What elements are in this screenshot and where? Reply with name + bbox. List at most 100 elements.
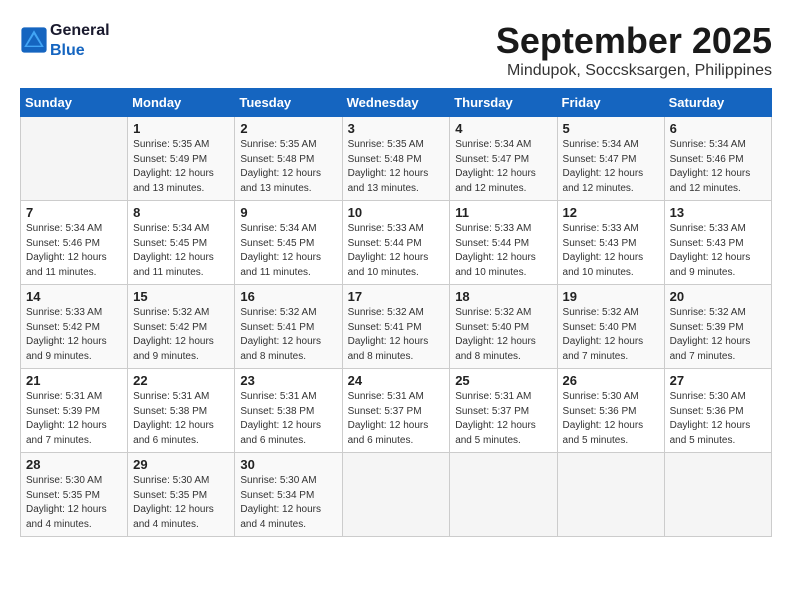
day-info: Sunrise: 5:32 AMSunset: 5:40 PMDaylight:… (455, 306, 551, 364)
calendar-cell: 14 Sunrise: 5:33 AMSunset: 5:42 PMDayligh… (21, 285, 128, 369)
calendar-cell (342, 453, 450, 537)
calendar-cell: 25Sunrise: 5:31 AMSunset: 5:37 PMDayligh… (450, 369, 557, 453)
calendar-cell: 11 Sunrise: 5:33 AMSunset: 5:44 PMDayligh… (450, 201, 557, 285)
day-number: 11 (455, 205, 551, 220)
day-header-thursday: Thursday (450, 89, 557, 117)
calendar-cell: 19 Sunrise: 5:32 AMSunset: 5:40 PMDayligh… (557, 285, 664, 369)
calendar-cell: 6 Sunrise: 5:34 AMSunset: 5:46 PMDaylight… (664, 117, 771, 201)
calendar-week-3: 14 Sunrise: 5:33 AMSunset: 5:42 PMDayligh… (21, 285, 772, 369)
day-header-saturday: Saturday (664, 89, 771, 117)
location-title: Mindupok, Soccsksargen, Philippines (496, 62, 772, 80)
calendar-body: 1Sunrise: 5:35 AMSunset: 5:49 PMDaylight… (21, 117, 772, 537)
calendar-cell: 23Sunrise: 5:31 AMSunset: 5:38 PMDayligh… (235, 369, 342, 453)
calendar-week-2: 7 Sunrise: 5:34 AMSunset: 5:46 PMDaylight… (21, 201, 772, 285)
day-number: 7 (26, 205, 122, 220)
calendar-header-row: SundayMondayTuesdayWednesdayThursdayFrid… (21, 89, 772, 117)
day-info: Sunrise: 5:35 AMSunset: 5:49 PMDaylight:… (133, 138, 229, 196)
calendar-cell: 5 Sunrise: 5:34 AMSunset: 5:47 PMDaylight… (557, 117, 664, 201)
calendar-cell: 20 Sunrise: 5:32 AMSunset: 5:39 PMDayligh… (664, 285, 771, 369)
day-info: Sunrise: 5:30 AMSunset: 5:34 PMDaylight:… (240, 474, 336, 532)
day-number: 9 (240, 205, 336, 220)
calendar-cell: 24 Sunrise: 5:31 AMSunset: 5:37 PMDayligh… (342, 369, 450, 453)
day-number: 5 (563, 121, 659, 136)
day-number: 16 (240, 289, 336, 304)
day-number: 3 (348, 121, 445, 136)
day-info: Sunrise: 5:32 AMSunset: 5:40 PMDaylight:… (563, 306, 659, 364)
day-info: Sunrise: 5:30 AMSunset: 5:36 PMDaylight:… (670, 390, 766, 448)
calendar-cell: 9 Sunrise: 5:34 AMSunset: 5:45 PMDaylight… (235, 201, 342, 285)
day-info: Sunrise: 5:32 AMSunset: 5:41 PMDaylight:… (240, 306, 336, 364)
calendar-cell: 4Sunrise: 5:34 AMSunset: 5:47 PMDaylight… (450, 117, 557, 201)
day-number: 29 (133, 457, 229, 472)
day-number: 17 (348, 289, 445, 304)
day-number: 2 (240, 121, 336, 136)
day-info: Sunrise: 5:32 AMSunset: 5:39 PMDaylight:… (670, 306, 766, 364)
logo-general-text: General (50, 22, 110, 39)
calendar-cell: 3 Sunrise: 5:35 AMSunset: 5:48 PMDaylight… (342, 117, 450, 201)
calendar-cell: 2Sunrise: 5:35 AMSunset: 5:48 PMDaylight… (235, 117, 342, 201)
day-info: Sunrise: 5:33 AMSunset: 5:43 PMDaylight:… (563, 222, 659, 280)
day-number: 20 (670, 289, 766, 304)
calendar-table: SundayMondayTuesdayWednesdayThursdayFrid… (20, 88, 772, 537)
day-number: 21 (26, 373, 122, 388)
logo-blue-text: Blue (50, 42, 85, 59)
day-info: Sunrise: 5:34 AMSunset: 5:46 PMDaylight:… (670, 138, 766, 196)
calendar-cell: 21 Sunrise: 5:31 AMSunset: 5:39 PMDayligh… (21, 369, 128, 453)
day-number: 18 (455, 289, 551, 304)
day-info: Sunrise: 5:31 AMSunset: 5:39 PMDaylight:… (26, 390, 122, 448)
day-number: 12 (563, 205, 659, 220)
day-info: Sunrise: 5:31 AMSunset: 5:37 PMDaylight:… (348, 390, 445, 448)
day-info: Sunrise: 5:32 AMSunset: 5:41 PMDaylight:… (348, 306, 445, 364)
calendar-cell: 18 Sunrise: 5:32 AMSunset: 5:40 PMDayligh… (450, 285, 557, 369)
day-info: Sunrise: 5:33 AMSunset: 5:44 PMDaylight:… (455, 222, 551, 280)
day-info: Sunrise: 5:34 AMSunset: 5:46 PMDaylight:… (26, 222, 122, 280)
calendar-cell: 8Sunrise: 5:34 AMSunset: 5:45 PMDaylight… (128, 201, 235, 285)
day-number: 26 (563, 373, 659, 388)
day-info: Sunrise: 5:34 AMSunset: 5:45 PMDaylight:… (240, 222, 336, 280)
day-info: Sunrise: 5:33 AMSunset: 5:44 PMDaylight:… (348, 222, 445, 280)
calendar-cell: 13Sunrise: 5:33 AMSunset: 5:43 PMDayligh… (664, 201, 771, 285)
calendar-cell (450, 453, 557, 537)
calendar-cell: 27 Sunrise: 5:30 AMSunset: 5:36 PMDayligh… (664, 369, 771, 453)
calendar-week-4: 21 Sunrise: 5:31 AMSunset: 5:39 PMDayligh… (21, 369, 772, 453)
calendar-cell (557, 453, 664, 537)
day-number: 19 (563, 289, 659, 304)
day-header-sunday: Sunday (21, 89, 128, 117)
calendar-cell: 12 Sunrise: 5:33 AMSunset: 5:43 PMDayligh… (557, 201, 664, 285)
day-info: Sunrise: 5:31 AMSunset: 5:38 PMDaylight:… (133, 390, 229, 448)
month-title: September 2025 (496, 20, 772, 62)
day-info: Sunrise: 5:30 AMSunset: 5:35 PMDaylight:… (133, 474, 229, 532)
calendar-cell: 30 Sunrise: 5:30 AMSunset: 5:34 PMDayligh… (235, 453, 342, 537)
day-header-monday: Monday (128, 89, 235, 117)
calendar-cell: 1Sunrise: 5:35 AMSunset: 5:49 PMDaylight… (128, 117, 235, 201)
day-number: 4 (455, 121, 551, 136)
calendar-cell: 28Sunrise: 5:30 AMSunset: 5:35 PMDayligh… (21, 453, 128, 537)
calendar-week-5: 28Sunrise: 5:30 AMSunset: 5:35 PMDayligh… (21, 453, 772, 537)
day-number: 30 (240, 457, 336, 472)
day-number: 15 (133, 289, 229, 304)
calendar-cell: 29 Sunrise: 5:30 AMSunset: 5:35 PMDayligh… (128, 453, 235, 537)
calendar-cell: 15 Sunrise: 5:32 AMSunset: 5:42 PMDayligh… (128, 285, 235, 369)
day-header-wednesday: Wednesday (342, 89, 450, 117)
day-number: 24 (348, 373, 445, 388)
day-number: 25 (455, 373, 551, 388)
day-info: Sunrise: 5:33 AMSunset: 5:42 PMDaylight:… (26, 306, 122, 364)
calendar-cell: 7 Sunrise: 5:34 AMSunset: 5:46 PMDaylight… (21, 201, 128, 285)
day-number: 14 (26, 289, 122, 304)
logo: General Blue (20, 20, 110, 60)
day-header-friday: Friday (557, 89, 664, 117)
day-info: Sunrise: 5:34 AMSunset: 5:47 PMDaylight:… (563, 138, 659, 196)
day-number: 22 (133, 373, 229, 388)
day-number: 10 (348, 205, 445, 220)
day-number: 6 (670, 121, 766, 136)
day-info: Sunrise: 5:32 AMSunset: 5:42 PMDaylight:… (133, 306, 229, 364)
day-header-tuesday: Tuesday (235, 89, 342, 117)
day-number: 27 (670, 373, 766, 388)
day-info: Sunrise: 5:30 AMSunset: 5:36 PMDaylight:… (563, 390, 659, 448)
logo-icon (20, 26, 48, 54)
day-info: Sunrise: 5:35 AMSunset: 5:48 PMDaylight:… (348, 138, 445, 196)
day-info: Sunrise: 5:34 AMSunset: 5:45 PMDaylight:… (133, 222, 229, 280)
day-info: Sunrise: 5:31 AMSunset: 5:38 PMDaylight:… (240, 390, 336, 448)
calendar-cell: 16 Sunrise: 5:32 AMSunset: 5:41 PMDayligh… (235, 285, 342, 369)
calendar-cell (664, 453, 771, 537)
